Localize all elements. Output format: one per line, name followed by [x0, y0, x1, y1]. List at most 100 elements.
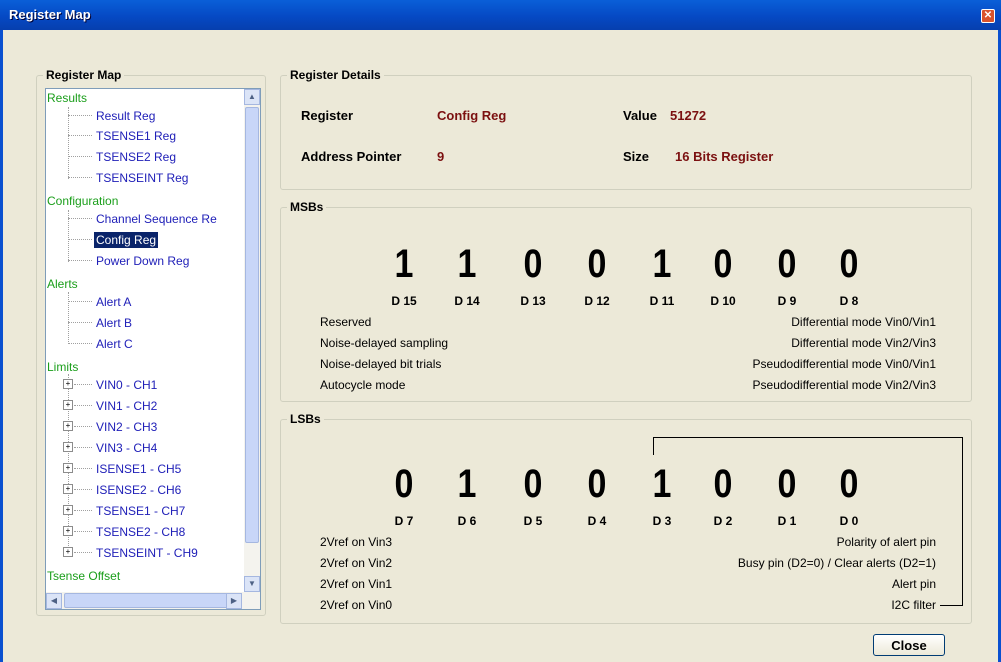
expand-icon[interactable]: + [63, 400, 73, 410]
lsb-desc-right: Busy pin (D2=0) / Clear alerts (D2=1) [737, 556, 936, 570]
bit-label: D 10 [710, 294, 736, 308]
tree-item-isense1-ch5[interactable]: ISENSE1 - CH5 [96, 461, 181, 477]
tree-item-alert-b[interactable]: Alert B [96, 315, 132, 331]
window-title: Register Map [9, 7, 91, 22]
tree-item-vin2-ch3[interactable]: VIN2 - CH3 [96, 419, 157, 435]
msb-desc-left: Reserved [320, 315, 372, 329]
tree-item-isense2-ch6[interactable]: ISENSE2 - CH6 [96, 482, 181, 498]
bit-value: 0 [713, 462, 733, 506]
register-details-title: Register Details [290, 68, 381, 82]
tree-item-tsense2-ch8[interactable]: TSENSE2 - CH8 [96, 524, 185, 540]
expand-icon[interactable]: + [63, 421, 73, 431]
bit-label: D 11 [649, 294, 675, 308]
bit-value: 1 [652, 242, 672, 286]
expand-icon[interactable]: + [63, 505, 73, 515]
bit-label: D 4 [587, 514, 607, 528]
bit-label: D 6 [457, 514, 477, 528]
bit-value: 1 [652, 462, 672, 506]
address-pointer-value: 9 [437, 149, 445, 164]
bit-label: D 15 [391, 294, 417, 308]
msb-desc-right: Differential mode Vin0/Vin1 [791, 315, 936, 329]
scroll-right-icon[interactable]: ▶ [226, 593, 242, 609]
tree-item-config-reg[interactable]: Config Reg [94, 232, 159, 248]
expand-icon[interactable]: + [63, 526, 73, 536]
tree-item-result-reg[interactable]: Result Reg [96, 108, 155, 124]
tree-item-power-down-reg[interactable]: Power Down Reg [96, 253, 189, 269]
bit-label: D 5 [523, 514, 543, 528]
tree-item-vin3-ch4[interactable]: VIN3 - CH4 [96, 440, 157, 456]
close-icon[interactable]: ✕ [981, 9, 995, 23]
bit-label: D 1 [777, 514, 797, 528]
i2c-filter-connector [962, 437, 963, 606]
lsb-desc-right: Polarity of alert pin [836, 535, 936, 549]
bit-value: 0 [839, 242, 859, 286]
size-label: Size [623, 149, 650, 164]
bit-label: D 13 [520, 294, 546, 308]
msb-desc-right: Differential mode Vin2/Vin3 [791, 336, 936, 350]
tree-item-channel-sequence[interactable]: Channel Sequence Re [96, 211, 217, 227]
bit-value: 0 [523, 242, 543, 286]
bit-value: 0 [839, 462, 859, 506]
expand-icon[interactable]: + [63, 547, 73, 557]
size-value: 16 Bits Register [675, 149, 774, 164]
lsb-desc-left: 2Vref on Vin0 [320, 598, 393, 612]
register-value: Config Reg [437, 108, 507, 123]
tree-item-tsense1-ch7[interactable]: TSENSE1 - CH7 [96, 503, 185, 519]
lsb-desc-right: I2C filter [891, 598, 936, 612]
scroll-down-icon[interactable]: ▼ [244, 576, 260, 592]
bit-label: D 14 [454, 294, 480, 308]
hscroll-thumb[interactable] [64, 593, 242, 608]
bit-label: D 8 [839, 294, 859, 308]
bit-value: 1 [457, 462, 477, 506]
i2c-filter-connector [940, 605, 963, 606]
scroll-left-icon[interactable]: ◀ [46, 593, 62, 609]
expand-icon[interactable]: + [63, 484, 73, 494]
tree-item-vin0-ch1[interactable]: VIN0 - CH1 [96, 377, 157, 393]
tree-category-tsense-offset[interactable]: Tsense Offset [47, 568, 120, 584]
expand-icon[interactable]: + [63, 463, 73, 473]
tree-item-tsenseint-reg[interactable]: TSENSEINT Reg [96, 170, 188, 186]
bit-value: 1 [394, 242, 414, 286]
bit-value: 0 [587, 242, 607, 286]
msb-desc-left: Noise-delayed sampling [320, 336, 449, 350]
expand-icon[interactable]: + [63, 442, 73, 452]
register-tree[interactable]: Results Result Reg TSENSE1 Reg TSENSE2 R… [45, 88, 261, 610]
bit-label: D 12 [584, 294, 610, 308]
lsb-desc-left: 2Vref on Vin3 [320, 535, 393, 549]
tree-item-alert-c[interactable]: Alert C [96, 336, 133, 352]
tree-item-tsense1-reg[interactable]: TSENSE1 Reg [96, 128, 176, 144]
lsbs-title: LSBs [290, 412, 321, 426]
msb-desc-right: Pseudodifferential mode Vin0/Vin1 [752, 357, 936, 371]
bit-label: D 9 [777, 294, 797, 308]
address-pointer-label: Address Pointer [301, 149, 402, 164]
bit-value: 0 [713, 242, 733, 286]
tree-item-tsenseint-ch9[interactable]: TSENSEINT - CH9 [96, 545, 198, 561]
vertical-scrollbar[interactable]: ▲ ▼ [244, 89, 260, 592]
bit-label: D 2 [713, 514, 733, 528]
register-details-group: Register Details [280, 68, 972, 190]
value-label: Value [623, 108, 657, 123]
scroll-up-icon[interactable]: ▲ [244, 89, 260, 105]
close-button[interactable]: Close [873, 634, 945, 656]
tree-category-limits[interactable]: Limits [47, 359, 78, 375]
bit-label: D 0 [839, 514, 859, 528]
tree-category-results[interactable]: Results [47, 90, 87, 106]
lsb-desc-left: 2Vref on Vin1 [320, 577, 393, 591]
tree-item-tsense2-reg[interactable]: TSENSE2 Reg [96, 149, 176, 165]
tree-item-vin1-ch2[interactable]: VIN1 - CH2 [96, 398, 157, 414]
tree-item-alert-a[interactable]: Alert A [96, 294, 131, 310]
bit-value: 0 [777, 462, 797, 506]
bit-label: D 3 [652, 514, 672, 528]
bit-value: 0 [777, 242, 797, 286]
bit-value: 0 [523, 462, 543, 506]
value-value: 51272 [670, 108, 707, 123]
tree-category-configuration[interactable]: Configuration [47, 193, 118, 209]
msbs-title: MSBs [290, 200, 324, 214]
register-map-group-title: Register Map [46, 68, 122, 82]
msb-desc-right: Pseudodifferential mode Vin2/Vin3 [752, 378, 936, 392]
title-bar: Register Map ✕ [0, 0, 1001, 30]
scroll-thumb[interactable] [245, 107, 259, 543]
expand-icon[interactable]: + [63, 379, 73, 389]
horizontal-scrollbar[interactable]: ◀ ▶ [46, 592, 260, 609]
tree-category-alerts[interactable]: Alerts [47, 276, 78, 292]
